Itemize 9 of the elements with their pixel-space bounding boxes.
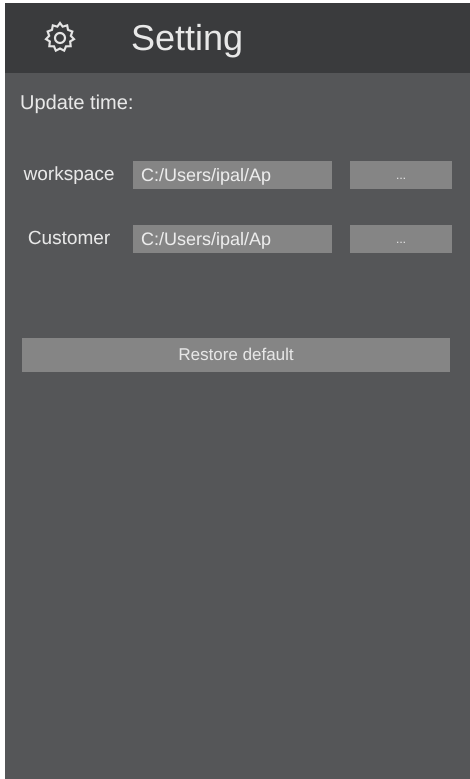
path-field[interactable]: C:/Users/ipal/Ap <box>133 225 332 253</box>
update-time-label: Update time: <box>20 93 134 113</box>
browse-button[interactable]: ... <box>350 161 452 189</box>
browse-button[interactable]: ... <box>350 225 452 253</box>
path-label: Customer <box>26 226 112 251</box>
restore-default-button[interactable]: Restore default <box>22 338 450 372</box>
path-label: workspace <box>22 162 116 187</box>
path-field[interactable]: C:/Users/ipal/Ap <box>133 161 332 189</box>
page-title: Setting <box>131 16 244 60</box>
